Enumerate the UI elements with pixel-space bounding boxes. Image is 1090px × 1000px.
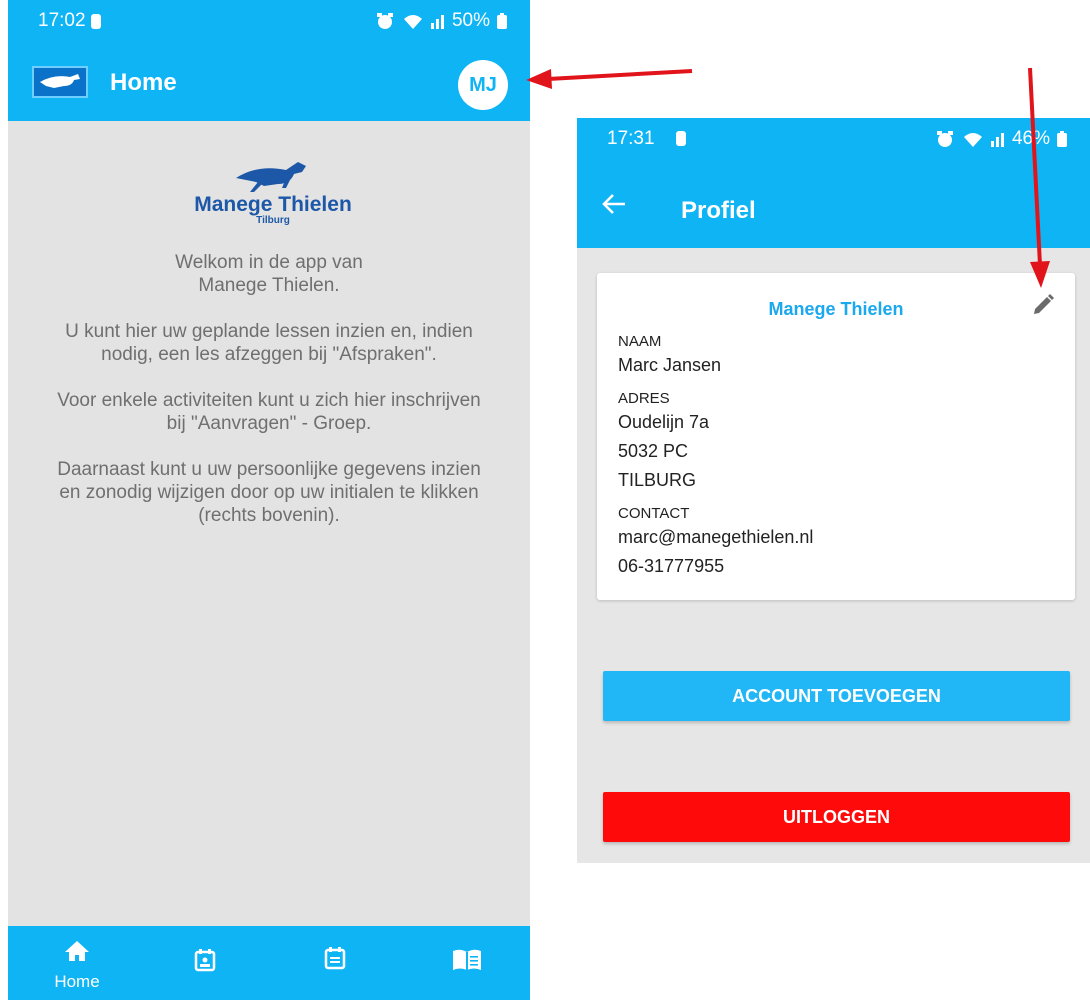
logout-button[interactable]: UITLOGGEN [603, 792, 1070, 842]
app-bar: Profiel [577, 160, 1090, 248]
edit-pencil-icon[interactable] [1031, 293, 1055, 317]
nav-appointments[interactable] [150, 926, 260, 1000]
welcome-text: Welkom in de app van Manege Thielen. [175, 252, 363, 296]
profile-screen: 17:31 46% Profiel Manege Thielen NAAM Ma… [577, 118, 1090, 863]
app-logo [32, 66, 88, 98]
contact-label: CONTACT [618, 505, 690, 522]
profile-hint-text: Daarnaast kunt u uw persoonlijke gegeven… [57, 459, 481, 526]
home-screen: 17:02 50% Home MJ Manege Thielen Tilburg… [8, 0, 530, 1000]
adres-label: ADRES [618, 390, 670, 407]
signal-icon [430, 15, 444, 29]
status-bar: 17:02 50% [8, 0, 530, 43]
alarm-icon [936, 131, 953, 147]
notification-icon [676, 131, 686, 146]
nav-home[interactable]: Home [22, 926, 132, 1000]
street-value: Oudelijn 7a [618, 412, 710, 432]
wifi-icon [403, 15, 422, 29]
home-content: Manege Thielen Tilburg Welkom in de app … [8, 121, 530, 926]
brand-name: Manege Thielen [194, 193, 352, 216]
battery-icon [497, 13, 507, 29]
avatar-button[interactable]: MJ [458, 60, 508, 110]
battery-percent: 50% [451, 10, 490, 31]
notification-icon [91, 14, 101, 29]
book-icon [453, 949, 481, 970]
page-title: Home [110, 69, 177, 96]
arrow-to-avatar [526, 69, 693, 89]
email-value: marc@manegethielen.nl [618, 527, 814, 547]
horse-rider-icon [236, 162, 306, 192]
naam-label: NAAM [618, 333, 662, 350]
brand-logo: Manege Thielen Tilburg [178, 156, 368, 226]
brand-city: Tilburg [256, 215, 290, 226]
battery-percent: 46% [1011, 128, 1050, 149]
postal-value: 5032 PC [618, 441, 689, 461]
phone-value: 06-31777955 [618, 556, 725, 576]
nav-info[interactable] [412, 926, 522, 1000]
lessons-text: U kunt hier uw geplande lessen inzien en… [65, 321, 473, 365]
calendar-list-icon [324, 947, 346, 970]
organization-name: Manege Thielen [768, 299, 904, 319]
status-time: 17:02 [38, 10, 86, 31]
wifi-icon [963, 133, 982, 147]
signal-icon [990, 133, 1004, 147]
status-bar: 17:31 46% [577, 118, 1090, 160]
status-time: 17:31 [607, 128, 655, 149]
home-icon [65, 941, 89, 961]
profile-card: Manege Thielen NAAM Marc Jansen ADRES Ou… [597, 273, 1075, 600]
nav-home-label: Home [54, 972, 100, 991]
city-value: TILBURG [618, 470, 697, 490]
naam-value: Marc Jansen [618, 355, 722, 375]
back-arrow-icon[interactable] [601, 193, 627, 215]
calendar-person-icon [194, 949, 216, 972]
app-bar: Home MJ [8, 43, 530, 121]
horse-logo-icon [40, 74, 80, 88]
alarm-icon [376, 13, 393, 29]
page-title: Profiel [681, 197, 756, 224]
nav-requests[interactable] [280, 926, 390, 1000]
activities-text: Voor enkele activiteiten kunt u zich hie… [57, 390, 481, 434]
add-account-button[interactable]: ACCOUNT TOEVOEGEN [603, 671, 1070, 721]
battery-icon [1057, 131, 1067, 147]
bottom-nav: Home [8, 926, 530, 1000]
